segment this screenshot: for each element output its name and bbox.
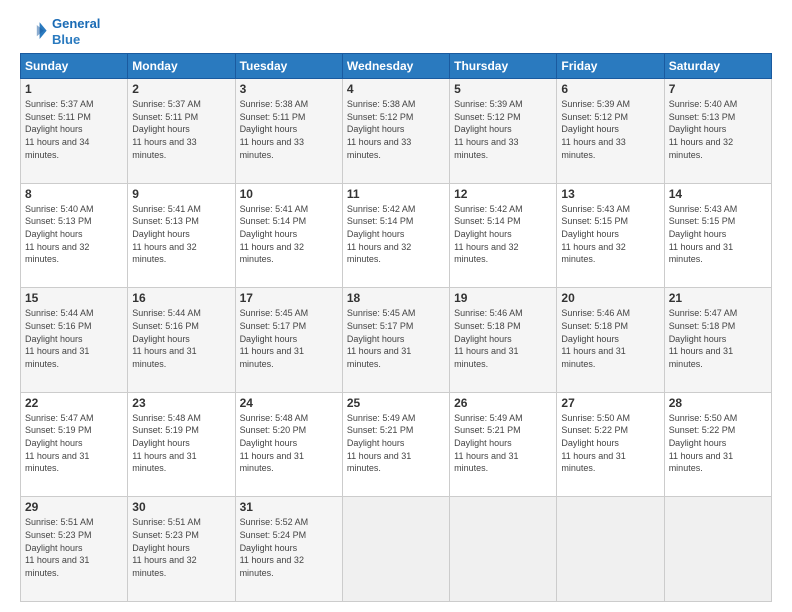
table-row: 23Sunrise: 5:48 AMSunset: 5:19 PMDayligh… bbox=[128, 392, 235, 497]
table-row: 30Sunrise: 5:51 AMSunset: 5:23 PMDayligh… bbox=[128, 497, 235, 602]
table-row: 29Sunrise: 5:51 AMSunset: 5:23 PMDayligh… bbox=[21, 497, 128, 602]
calendar-week-4: 22Sunrise: 5:47 AMSunset: 5:19 PMDayligh… bbox=[21, 392, 772, 497]
table-row: 18Sunrise: 5:45 AMSunset: 5:17 PMDayligh… bbox=[342, 288, 449, 393]
table-row: 19Sunrise: 5:46 AMSunset: 5:18 PMDayligh… bbox=[450, 288, 557, 393]
calendar: SundayMondayTuesdayWednesdayThursdayFrid… bbox=[20, 53, 772, 602]
header-tuesday: Tuesday bbox=[235, 54, 342, 79]
table-row bbox=[342, 497, 449, 602]
table-row: 3Sunrise: 5:38 AMSunset: 5:11 PMDaylight… bbox=[235, 79, 342, 184]
table-row: 13Sunrise: 5:43 AMSunset: 5:15 PMDayligh… bbox=[557, 183, 664, 288]
table-row: 12Sunrise: 5:42 AMSunset: 5:14 PMDayligh… bbox=[450, 183, 557, 288]
table-row: 10Sunrise: 5:41 AMSunset: 5:14 PMDayligh… bbox=[235, 183, 342, 288]
table-row: 14Sunrise: 5:43 AMSunset: 5:15 PMDayligh… bbox=[664, 183, 771, 288]
table-row: 5Sunrise: 5:39 AMSunset: 5:12 PMDaylight… bbox=[450, 79, 557, 184]
table-row bbox=[450, 497, 557, 602]
calendar-header-row: SundayMondayTuesdayWednesdayThursdayFrid… bbox=[21, 54, 772, 79]
header-saturday: Saturday bbox=[664, 54, 771, 79]
table-row: 21Sunrise: 5:47 AMSunset: 5:18 PMDayligh… bbox=[664, 288, 771, 393]
table-row: 26Sunrise: 5:49 AMSunset: 5:21 PMDayligh… bbox=[450, 392, 557, 497]
table-row: 11Sunrise: 5:42 AMSunset: 5:14 PMDayligh… bbox=[342, 183, 449, 288]
table-row: 8Sunrise: 5:40 AMSunset: 5:13 PMDaylight… bbox=[21, 183, 128, 288]
calendar-week-2: 8Sunrise: 5:40 AMSunset: 5:13 PMDaylight… bbox=[21, 183, 772, 288]
table-row: 20Sunrise: 5:46 AMSunset: 5:18 PMDayligh… bbox=[557, 288, 664, 393]
table-row: 15Sunrise: 5:44 AMSunset: 5:16 PMDayligh… bbox=[21, 288, 128, 393]
header-friday: Friday bbox=[557, 54, 664, 79]
header-monday: Monday bbox=[128, 54, 235, 79]
table-row: 7Sunrise: 5:40 AMSunset: 5:13 PMDaylight… bbox=[664, 79, 771, 184]
logo: General Blue bbox=[20, 16, 100, 47]
header: General Blue bbox=[20, 16, 772, 47]
logo-text: General Blue bbox=[52, 16, 100, 47]
logo-icon bbox=[20, 18, 48, 46]
table-row: 2Sunrise: 5:37 AMSunset: 5:11 PMDaylight… bbox=[128, 79, 235, 184]
table-row bbox=[664, 497, 771, 602]
table-row: 31Sunrise: 5:52 AMSunset: 5:24 PMDayligh… bbox=[235, 497, 342, 602]
header-thursday: Thursday bbox=[450, 54, 557, 79]
table-row bbox=[557, 497, 664, 602]
table-row: 4Sunrise: 5:38 AMSunset: 5:12 PMDaylight… bbox=[342, 79, 449, 184]
table-row: 28Sunrise: 5:50 AMSunset: 5:22 PMDayligh… bbox=[664, 392, 771, 497]
header-wednesday: Wednesday bbox=[342, 54, 449, 79]
table-row: 16Sunrise: 5:44 AMSunset: 5:16 PMDayligh… bbox=[128, 288, 235, 393]
table-row: 24Sunrise: 5:48 AMSunset: 5:20 PMDayligh… bbox=[235, 392, 342, 497]
table-row: 9Sunrise: 5:41 AMSunset: 5:13 PMDaylight… bbox=[128, 183, 235, 288]
table-row: 22Sunrise: 5:47 AMSunset: 5:19 PMDayligh… bbox=[21, 392, 128, 497]
table-row: 17Sunrise: 5:45 AMSunset: 5:17 PMDayligh… bbox=[235, 288, 342, 393]
page: General Blue SundayMondayTuesdayWednesda… bbox=[0, 0, 792, 612]
table-row: 1Sunrise: 5:37 AMSunset: 5:11 PMDaylight… bbox=[21, 79, 128, 184]
calendar-week-3: 15Sunrise: 5:44 AMSunset: 5:16 PMDayligh… bbox=[21, 288, 772, 393]
table-row: 6Sunrise: 5:39 AMSunset: 5:12 PMDaylight… bbox=[557, 79, 664, 184]
header-sunday: Sunday bbox=[21, 54, 128, 79]
calendar-week-1: 1Sunrise: 5:37 AMSunset: 5:11 PMDaylight… bbox=[21, 79, 772, 184]
table-row: 25Sunrise: 5:49 AMSunset: 5:21 PMDayligh… bbox=[342, 392, 449, 497]
table-row: 27Sunrise: 5:50 AMSunset: 5:22 PMDayligh… bbox=[557, 392, 664, 497]
calendar-week-5: 29Sunrise: 5:51 AMSunset: 5:23 PMDayligh… bbox=[21, 497, 772, 602]
